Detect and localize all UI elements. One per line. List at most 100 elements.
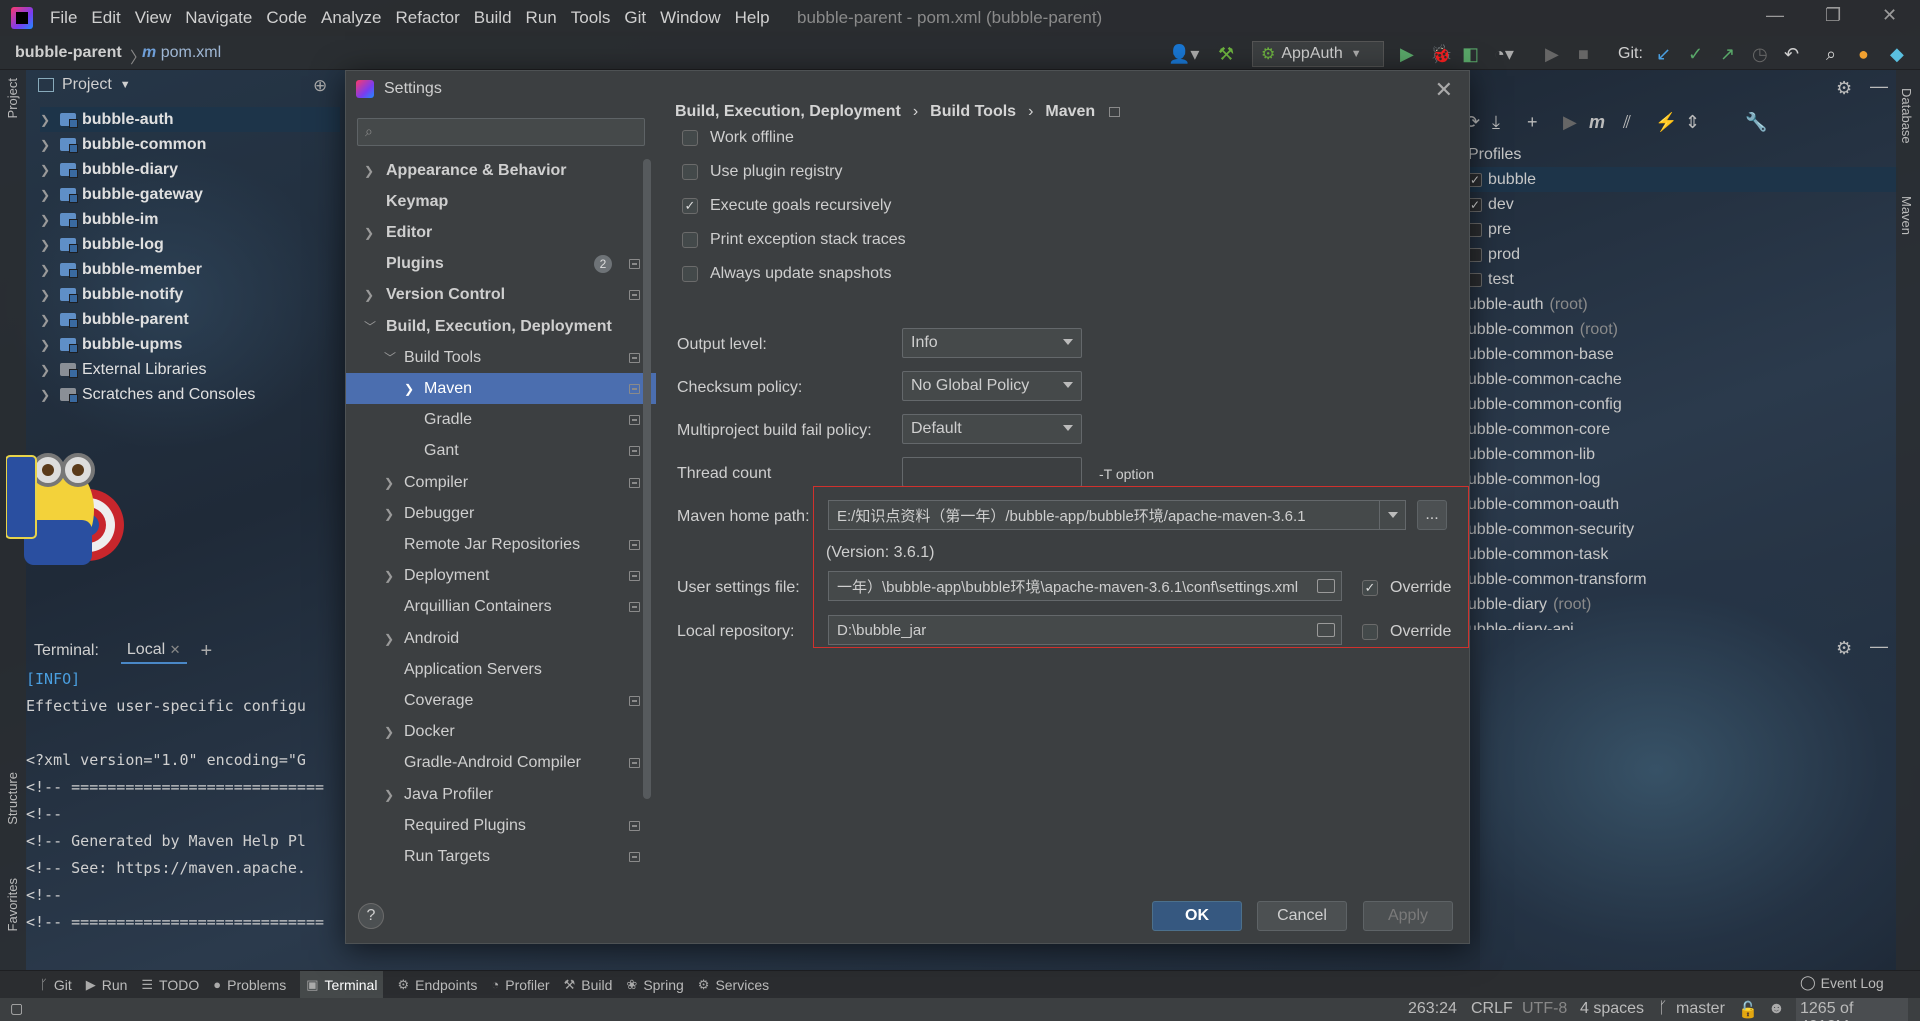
gear-icon[interactable]: ⚙	[1836, 638, 1852, 659]
maven-module-item[interactable]: bubble-common-oauth	[1465, 492, 1619, 517]
run-icon[interactable]: ▶	[1400, 44, 1414, 65]
execute-goal-icon[interactable]: m	[1589, 112, 1605, 133]
project-tree-item[interactable]: ❯ bubble-auth	[40, 107, 340, 132]
breadcrumb-project[interactable]: bubble-parent	[15, 44, 122, 62]
settings-nav-item[interactable]: ﹀ Build, Execution, Deployment	[346, 311, 656, 342]
settings-nav-item[interactable]: Arquillian Containers	[346, 592, 656, 623]
chevron-right-icon[interactable]: ❯	[40, 263, 56, 277]
user-settings-path-input[interactable]: 一年）\bubble-app\bubble环境\apache-maven-3.6…	[828, 571, 1342, 601]
chevron-right-icon[interactable]: ❯	[384, 507, 394, 521]
chevron-right-icon[interactable]: ❯	[40, 313, 56, 327]
tool-window-profiler[interactable]: ◔ Profiler	[491, 977, 549, 993]
chevron-right-icon[interactable]: ❯	[40, 238, 56, 252]
settings-nav-item[interactable]: ❯ Version Control	[346, 280, 656, 311]
checkbox-box[interactable]: ✓	[1468, 197, 1482, 212]
maven-module-item[interactable]: bubble-common-security	[1465, 517, 1634, 542]
terminal-tab-local[interactable]: Local ✕	[120, 638, 187, 664]
checkbox-box[interactable]	[1468, 272, 1482, 287]
show-tool-windows-icon[interactable]: ▢	[10, 1000, 23, 1017]
menu-help[interactable]: Help	[728, 8, 777, 28]
download-sources-icon[interactable]: ⤓	[1492, 112, 1500, 133]
file-encoding[interactable]: UTF-8	[1522, 1000, 1567, 1018]
git-update-icon[interactable]: ↙	[1656, 44, 1671, 65]
menu-build[interactable]: Build	[467, 8, 519, 28]
settings-nav-item[interactable]: ❯ Debugger	[346, 498, 656, 529]
chevron-down-icon[interactable]: ﹀	[364, 318, 376, 335]
chevron-right-icon[interactable]: ❯	[40, 163, 56, 177]
checkbox-use-plugin-registry[interactable]: Use plugin registry	[682, 160, 843, 184]
search-icon[interactable]: ⌕	[1826, 44, 1836, 65]
maven-settings-wrench-icon[interactable]: 🔧	[1745, 112, 1767, 133]
stop-icon[interactable]: ■	[1578, 44, 1589, 65]
attach-icon[interactable]: ▶	[1545, 44, 1559, 65]
maven-profile-item[interactable]: ✓ bubble	[1468, 167, 1898, 192]
chevron-right-icon[interactable]: ❯	[384, 476, 394, 490]
chevron-right-icon[interactable]: ❯	[40, 363, 56, 377]
git-commit-icon[interactable]: ✓	[1688, 44, 1703, 65]
chevron-right-icon[interactable]: ❯	[384, 569, 394, 583]
maven-profiles-header[interactable]: Profiles	[1468, 142, 1521, 167]
maximize-icon[interactable]: ❐	[1825, 5, 1841, 26]
maven-module-item[interactable]: bubble-diary (root)	[1465, 592, 1591, 617]
window-close-icon[interactable]: ✕	[1882, 5, 1897, 26]
user-icon[interactable]: 👤▾	[1168, 44, 1199, 65]
help-button[interactable]: ?	[358, 903, 384, 929]
settings-nav-item[interactable]: ❯ Maven	[346, 373, 656, 405]
debug-icon[interactable]: 🐞	[1430, 44, 1452, 65]
chevron-right-icon[interactable]: ❯	[384, 632, 394, 646]
chevron-right-icon[interactable]: ❯	[404, 382, 414, 396]
tool-window-services[interactable]: ⚙ Services	[698, 977, 769, 993]
tool-window-problems[interactable]: ● Problems	[213, 977, 286, 993]
folder-icon[interactable]	[1317, 579, 1335, 593]
menu-window[interactable]: Window	[653, 8, 727, 28]
local-repo-override-checkbox[interactable]: Override	[1362, 620, 1451, 644]
checkbox-box[interactable]	[1468, 247, 1482, 262]
settings-nav-item[interactable]: Coverage	[346, 685, 656, 716]
maven-module-item[interactable]: bubble-common-transform	[1465, 567, 1647, 592]
coverage-icon[interactable]: ◧	[1462, 44, 1479, 65]
chevron-right-icon[interactable]: ❯	[364, 288, 374, 302]
jetbrains-toolbox-icon[interactable]: ◆	[1890, 44, 1904, 65]
profiler-icon[interactable]: ◔▾	[1494, 44, 1514, 65]
tool-window-build[interactable]: ⚒ Build	[564, 977, 613, 993]
checkbox-box[interactable]: ✓	[1468, 172, 1482, 187]
output-level-select[interactable]: Info	[902, 328, 1082, 358]
browse-maven-home-button[interactable]: ...	[1417, 500, 1447, 530]
settings-nav-item[interactable]: Gant	[346, 436, 656, 467]
menu-navigate[interactable]: Navigate	[178, 8, 259, 28]
chevron-right-icon[interactable]: ❯	[40, 338, 56, 352]
settings-nav-item[interactable]: Gradle-Android Compiler	[346, 748, 656, 779]
project-tree-item[interactable]: ❯ bubble-log	[40, 232, 164, 257]
menu-code[interactable]: Code	[259, 8, 314, 28]
nav-scrollbar[interactable]	[642, 159, 652, 819]
checkbox-print-exception-stack-traces[interactable]: Print exception stack traces	[682, 228, 906, 252]
favorites-tool-window-tab[interactable]: Favorites	[5, 878, 20, 931]
chevron-right-icon[interactable]: ❯	[384, 725, 394, 739]
chevron-right-icon[interactable]: ❯	[364, 226, 374, 240]
toggle-offline-icon[interactable]: ⫽	[1623, 112, 1631, 133]
run-config-selector[interactable]: ⚙ AppAuth ▼	[1252, 41, 1384, 67]
git-push-icon[interactable]: ↗	[1720, 44, 1735, 65]
chevron-right-icon[interactable]: ❯	[40, 388, 56, 402]
breadcrumb-file[interactable]: m pom.xml	[142, 44, 221, 62]
minimize-icon[interactable]: —	[1766, 5, 1784, 26]
maven-profile-item[interactable]: test	[1468, 267, 1514, 292]
hide-panel-icon[interactable]: —	[1870, 76, 1888, 97]
indent-setting[interactable]: 4 spaces	[1580, 1000, 1644, 1018]
collapse-all-icon[interactable]: ⇕	[1685, 112, 1700, 133]
menu-run[interactable]: Run	[519, 8, 564, 28]
settings-nav-item[interactable]: ❯ Android	[346, 623, 656, 654]
chevron-down-icon[interactable]: ﹀	[384, 349, 396, 366]
tool-window-todo[interactable]: ☰ TODO	[141, 977, 199, 993]
maven-tool-window-tab[interactable]: Maven	[1899, 196, 1914, 235]
settings-nav-item[interactable]: Run Targets	[346, 841, 656, 872]
project-tree-item[interactable]: ❯ bubble-member	[40, 257, 202, 282]
build-hammer-icon[interactable]: ⚒	[1218, 44, 1234, 65]
fail-policy-select[interactable]: Default	[902, 414, 1082, 444]
project-tree-item[interactable]: ❯ External Libraries	[40, 357, 207, 382]
run-maven-icon[interactable]: ▶	[1563, 112, 1577, 133]
checkbox-box[interactable]	[1468, 222, 1482, 237]
checkbox-execute-goals-recursively[interactable]: ✓ Execute goals recursively	[682, 194, 891, 218]
settings-nav-item[interactable]: ❯ Java Profiler	[346, 779, 656, 810]
gear-icon[interactable]: ⚙	[1836, 78, 1852, 99]
